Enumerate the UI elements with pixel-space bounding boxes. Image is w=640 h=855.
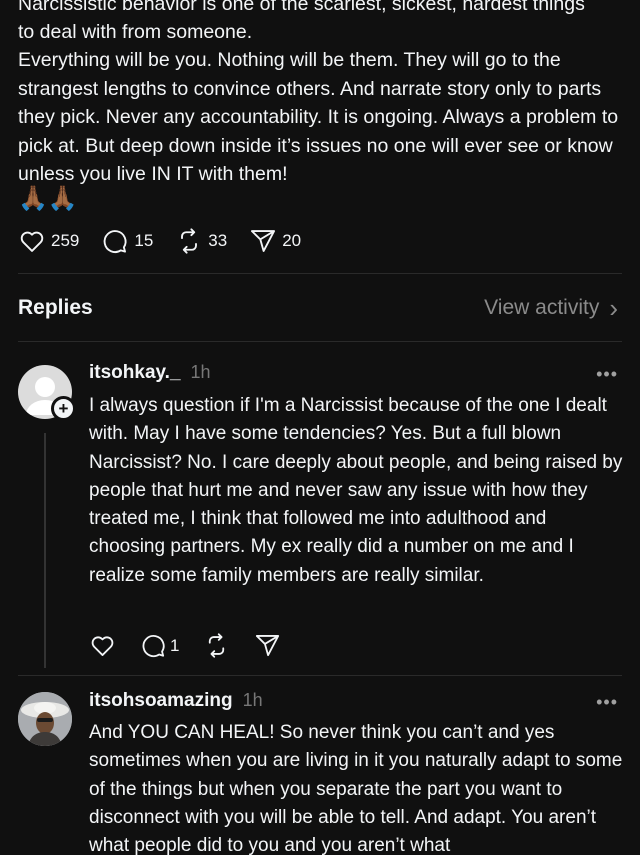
reply-text: And YOU CAN HEAL! So never think you can… bbox=[89, 722, 623, 855]
like-button[interactable] bbox=[89, 632, 116, 659]
timestamp: 1h bbox=[242, 690, 263, 710]
comment-bubble-icon bbox=[142, 635, 165, 658]
repost-count: 33 bbox=[208, 231, 228, 250]
post-action-bar: 259 15 33 20 bbox=[18, 226, 323, 256]
post-text-paragraph: Everything will be you. Nothing will be … bbox=[18, 49, 619, 186]
heart-icon bbox=[91, 636, 114, 656]
comment-button[interactable]: 15 bbox=[101, 227, 153, 255]
comment-count: 15 bbox=[134, 231, 154, 250]
follow-plus-button[interactable]: + bbox=[51, 396, 76, 421]
reply-action-bar: 1 bbox=[89, 632, 305, 659]
comment-count: 1 bbox=[170, 635, 180, 655]
view-activity-label: View activity bbox=[484, 296, 600, 319]
share-paper-plane-icon bbox=[251, 230, 276, 252]
comment-bubble-icon bbox=[104, 230, 127, 253]
like-button[interactable]: 259 bbox=[18, 227, 79, 255]
reply-header: itsohsoamazing 1h bbox=[89, 690, 263, 712]
username[interactable]: itsohkay._ bbox=[89, 362, 181, 384]
reply-header: itsohkay._ 1h bbox=[89, 362, 211, 384]
share-button[interactable]: 20 bbox=[249, 227, 301, 255]
post-text-line: to deal with from someone. bbox=[18, 21, 253, 43]
chevron-right-icon: › bbox=[609, 293, 618, 323]
heart-icon bbox=[20, 231, 44, 252]
repost-icon bbox=[181, 228, 198, 254]
like-count: 259 bbox=[51, 231, 80, 250]
repost-button[interactable] bbox=[203, 632, 230, 659]
divider bbox=[18, 273, 622, 274]
repost-button[interactable]: 33 bbox=[175, 227, 227, 255]
timestamp: 1h bbox=[190, 362, 211, 382]
replies-title: Replies bbox=[18, 296, 93, 319]
more-dots-icon[interactable]: ••• bbox=[596, 692, 618, 713]
username[interactable]: itsohsoamazing bbox=[89, 690, 233, 712]
comment-button[interactable]: 1 bbox=[140, 632, 179, 659]
post-text-clipped-line: Narcissistic behavior is one of the scar… bbox=[18, 0, 585, 15]
view-activity-link[interactable]: View activity › bbox=[484, 293, 618, 323]
share-button[interactable] bbox=[254, 632, 281, 659]
post-text: Narcissistic behavior is one of the scar… bbox=[18, 0, 628, 188]
thread-line bbox=[44, 433, 46, 668]
replies-header: Replies View activity › bbox=[18, 292, 618, 324]
avatar[interactable] bbox=[18, 692, 72, 746]
post-emoji: 🙏🏾🙏🏾 bbox=[18, 184, 78, 214]
share-count: 20 bbox=[282, 231, 302, 250]
reply-text: I always question if I'm a Narcissist be… bbox=[89, 395, 623, 586]
profile-photo-icon bbox=[18, 692, 72, 746]
divider bbox=[18, 341, 622, 342]
divider bbox=[18, 675, 622, 676]
praying-hands-emoji: 🙏🏾🙏🏾 bbox=[18, 185, 78, 212]
more-dots-icon[interactable]: ••• bbox=[596, 364, 618, 385]
share-paper-plane-icon bbox=[256, 635, 280, 657]
repost-icon bbox=[209, 633, 225, 658]
